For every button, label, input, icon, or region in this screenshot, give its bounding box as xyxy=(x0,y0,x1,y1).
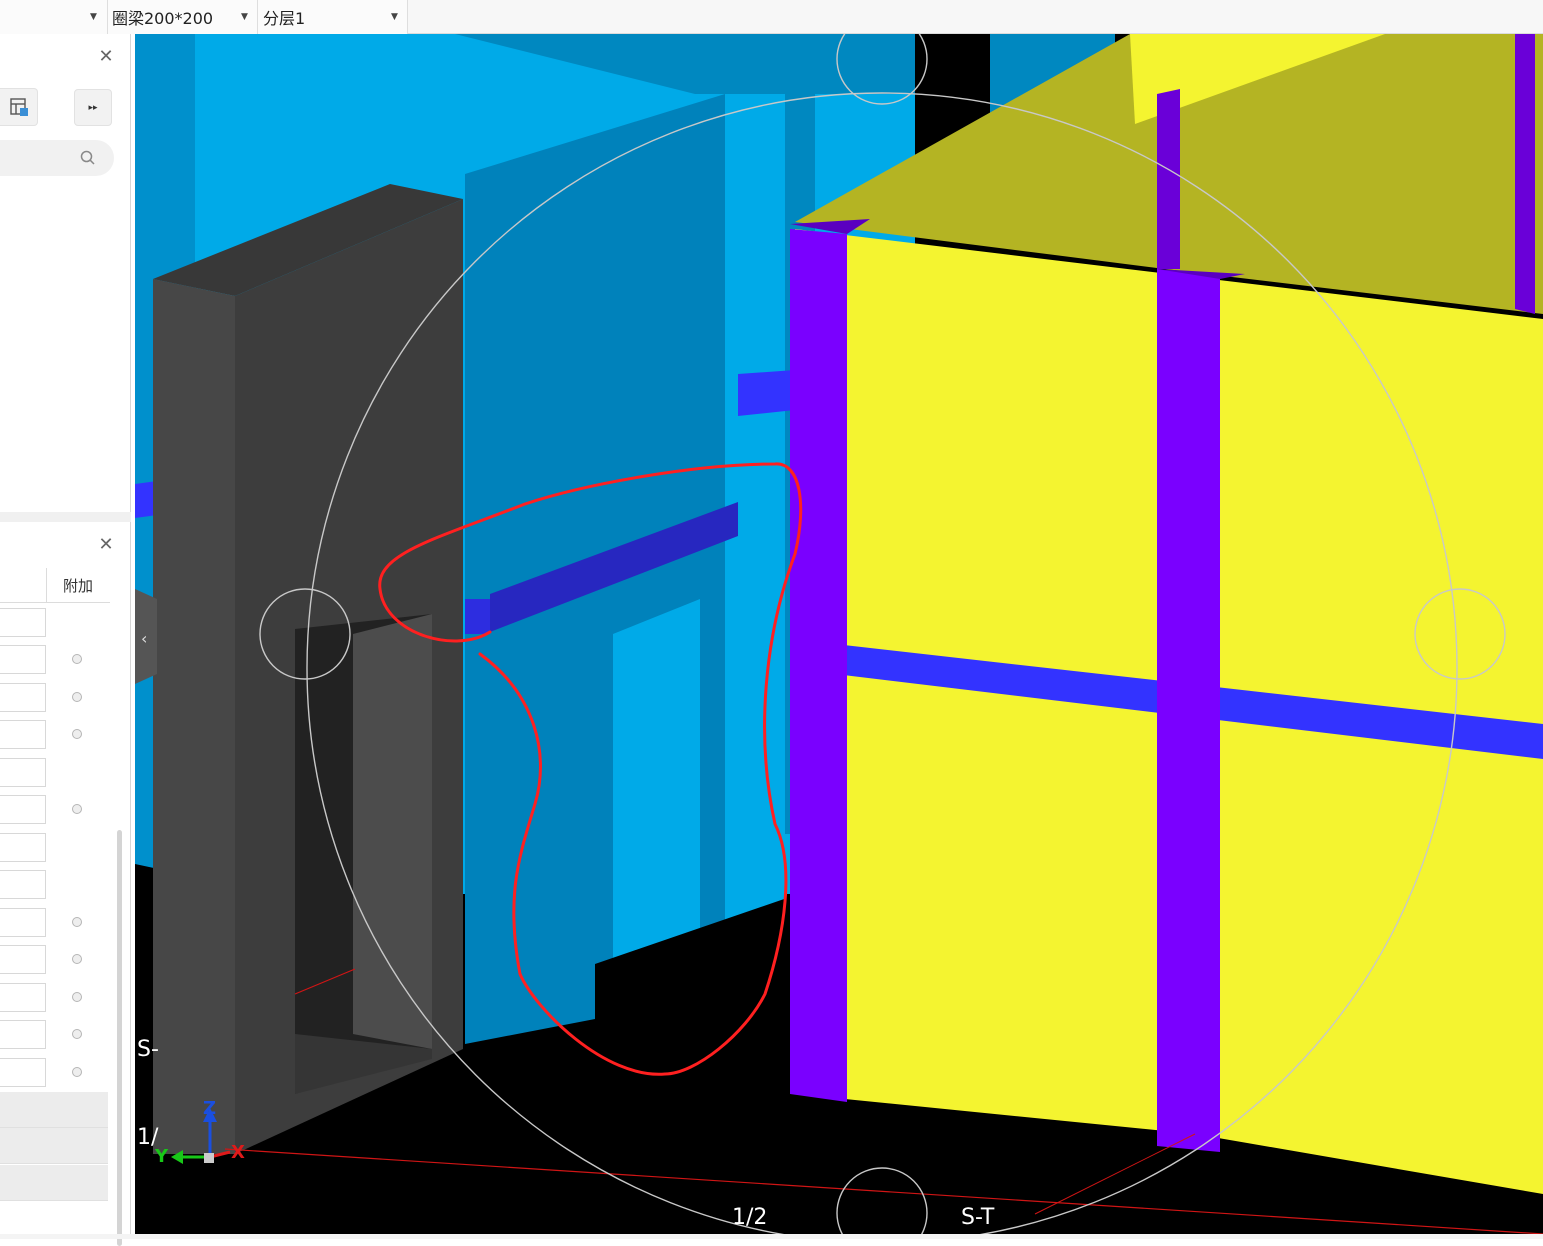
status-strip xyxy=(0,1234,1543,1239)
filter-table-icon xyxy=(9,98,28,116)
value-cell[interactable] xyxy=(0,833,46,862)
table-row xyxy=(0,904,110,941)
value-cell[interactable] xyxy=(0,908,46,937)
vertical-scrollbar[interactable] xyxy=(117,830,122,1246)
table-row xyxy=(0,866,110,903)
3d-viewport[interactable]: ‹ S- 1/ 1/2 S-T Z Y X xyxy=(135,34,1543,1234)
value-cell[interactable] xyxy=(0,645,46,674)
chevron-down-icon: ▼ xyxy=(90,12,97,22)
chevron-left-icon[interactable]: ‹ xyxy=(141,629,147,648)
extra-column-title: 附加 xyxy=(62,576,93,595)
expand-button[interactable]: ▸▸ xyxy=(74,89,112,126)
extra-radio[interactable] xyxy=(72,692,82,702)
extra-radio[interactable] xyxy=(72,1067,82,1077)
double-chevron-right-icon: ▸▸ xyxy=(88,102,98,113)
table-row xyxy=(0,679,110,716)
extra-radio[interactable] xyxy=(72,804,82,814)
table-row xyxy=(0,1054,110,1091)
value-cell[interactable] xyxy=(0,608,46,637)
beam-type-value: 圈梁200*200 xyxy=(112,9,214,28)
table-row xyxy=(0,641,110,678)
extra-radio[interactable] xyxy=(72,1029,82,1039)
value-cell[interactable] xyxy=(0,1058,46,1087)
search-input[interactable] xyxy=(0,140,114,176)
extra-radio[interactable] xyxy=(72,954,82,964)
extra-radio[interactable] xyxy=(72,729,82,739)
left-panel: ✕ ▸▸ ✕ 附加 xyxy=(0,34,131,1246)
beam-type-dropdown[interactable]: 圈梁200*200 ▼ xyxy=(108,0,258,34)
extra-radio[interactable] xyxy=(72,654,82,664)
close-icon[interactable]: ✕ xyxy=(97,48,115,66)
prev-dropdown[interactable]: ▼ xyxy=(0,0,108,34)
search-icon xyxy=(80,150,95,165)
panel-divider xyxy=(0,512,131,522)
table-row xyxy=(0,604,110,641)
x-axis-label: X xyxy=(231,1142,245,1163)
scene-canvas: ‹ S- 1/ 1/2 S-T Z Y X xyxy=(135,34,1543,1234)
grid-label-bottom-right: S-T xyxy=(961,1205,995,1230)
value-cell[interactable] xyxy=(0,1020,46,1049)
table-row xyxy=(0,1016,110,1053)
extra-radio[interactable] xyxy=(72,992,82,1002)
table-row xyxy=(0,791,110,828)
grid-label-left-mid: S- xyxy=(137,1037,159,1062)
layer-value: 分层1 xyxy=(263,9,306,28)
table-row xyxy=(0,979,110,1016)
close-icon[interactable]: ✕ xyxy=(97,536,115,554)
table-row xyxy=(0,716,110,753)
layer-dropdown[interactable]: 分层1 ▼ xyxy=(258,0,408,34)
value-cell[interactable] xyxy=(0,683,46,712)
z-axis-label: Z xyxy=(203,1098,216,1119)
extra-radio[interactable] xyxy=(72,917,82,927)
value-cell[interactable] xyxy=(0,795,46,824)
value-cell[interactable] xyxy=(0,983,46,1012)
value-cell[interactable] xyxy=(0,758,46,787)
group-row[interactable] xyxy=(0,1092,108,1128)
top-toolbar: ▼ 圈梁200*200 ▼ 分层1 ▼ xyxy=(0,0,1543,34)
y-axis-label: Y xyxy=(154,1146,169,1167)
value-cell[interactable] xyxy=(0,720,46,749)
table-row xyxy=(0,941,110,978)
chevron-down-icon: ▼ xyxy=(391,12,398,22)
chevron-down-icon: ▼ xyxy=(241,12,248,22)
group-row[interactable] xyxy=(0,1165,108,1201)
group-row[interactable] xyxy=(0,1128,108,1164)
properties-table-header: 附加 xyxy=(0,568,110,603)
value-cell[interactable] xyxy=(0,945,46,974)
table-row xyxy=(0,829,110,866)
grid-label-bottom-mid: 1/2 xyxy=(732,1205,767,1230)
table-row xyxy=(0,754,110,791)
layer-filter-button[interactable] xyxy=(0,88,38,126)
value-cell[interactable] xyxy=(0,870,46,899)
